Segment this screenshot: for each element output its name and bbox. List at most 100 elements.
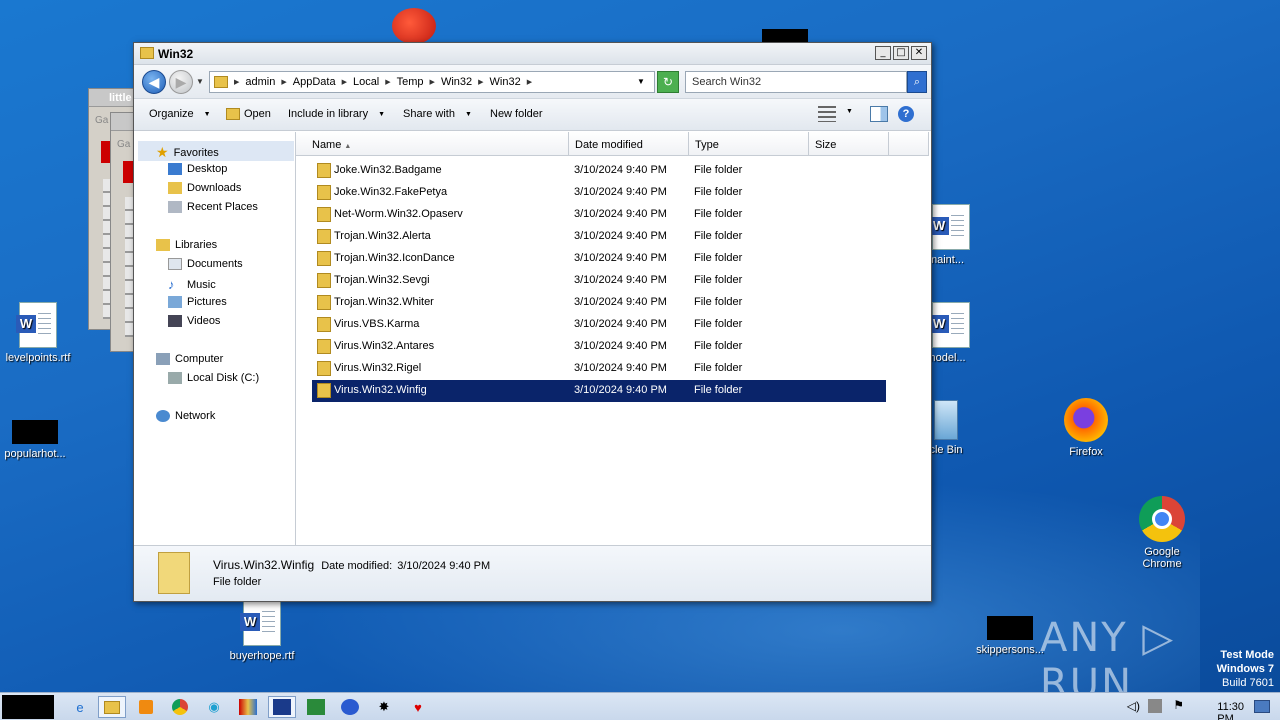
table-row[interactable]: Trojan.Win32.Whiter 3/10/2024 9:40 PM File… [312,292,886,314]
chrome-taskbar-icon[interactable] [166,696,194,718]
chevron-right-icon[interactable]: ▶ [478,78,483,86]
nav-item-local-disk[interactable]: Local Disk (C:) [168,372,259,384]
help-icon[interactable]: ? [898,106,914,122]
nav-item-favorites[interactable]: ★ Favorites [156,144,219,161]
file-name: Virus.Win32.Rigel [334,362,422,374]
desktop-icon-skippersons[interactable]: skippersons... [970,616,1050,656]
column-header-size[interactable]: Size [809,132,889,156]
chevron-right-icon[interactable]: ▶ [430,78,435,86]
table-row[interactable]: Net-Worm.Win32.Opaserv 3/10/2024 9:40 PM F… [312,204,886,226]
table-row[interactable]: Trojan.Win32.Alerta 3/10/2024 9:40 PM File… [312,226,886,248]
file-list[interactable]: Name ▲ Date modified Type Size Joke.Win3… [296,132,931,545]
breadcrumb-appdata[interactable]: AppData [293,76,336,88]
explorer-window[interactable]: Win32 _ □ ✕ ◀ ▶ ▼ ▶ admin ▶ AppData ▶ Local… [133,42,932,602]
share-with-button[interactable]: Share with ▼ [403,108,472,120]
test-mode-label: Test Mode [1220,649,1274,661]
search-icon[interactable]: ⌕ [907,71,927,93]
folder-icon [317,251,331,266]
start-button[interactable] [2,695,54,719]
app-taskbar-icon-2[interactable] [268,696,296,718]
ccleaner-icon[interactable] [392,8,436,44]
column-header-name[interactable]: Name ▲ [296,132,569,156]
show-desktop-icon[interactable] [1254,700,1270,713]
minesweeper-taskbar-icon[interactable]: ✸ [370,696,398,718]
view-options-icon[interactable] [818,106,836,122]
nav-item-recent-places[interactable]: Recent Places [168,201,258,213]
nav-item-desktop[interactable]: Desktop [168,163,227,175]
breadcrumb-admin[interactable]: admin [245,76,275,88]
forward-button[interactable]: ▶ [169,70,193,94]
close-button[interactable]: ✕ [911,46,927,60]
breadcrumb-win32-current[interactable]: Win32 [490,76,521,88]
view-dropdown[interactable]: ▼ [846,108,853,115]
folder-icon [317,163,331,178]
file-name: Joke.Win32.FakePetya [334,186,448,198]
desktop-icon-levelpoints[interactable]: levelpoints.rtf [0,302,78,364]
chevron-right-icon[interactable]: ▶ [234,78,239,86]
chevron-right-icon[interactable]: ▶ [342,78,347,86]
desktop-icon-chrome[interactable]: Google Chrome [1122,496,1202,570]
new-folder-button[interactable]: New folder [490,108,543,120]
preview-pane-icon[interactable] [870,106,888,122]
edge-icon[interactable]: ◉ [200,696,228,718]
breadcrumb-temp[interactable]: Temp [397,76,424,88]
breadcrumb-win32[interactable]: Win32 [441,76,472,88]
column-header-type[interactable]: Type [689,132,809,156]
table-row[interactable]: Joke.Win32.FakePetya 3/10/2024 9:40 PM Fil… [312,182,886,204]
file-date: 3/10/2024 9:40 PM [574,362,667,374]
explorer-taskbar-icon[interactable] [98,696,126,718]
nav-item-libraries[interactable]: Libraries [156,239,217,251]
file-type: File folder [694,186,743,198]
open-button[interactable]: Open [226,108,271,120]
clock[interactable]: 11:30 PM [1217,701,1244,720]
nav-item-documents[interactable]: Documents [168,258,243,270]
videos-icon [168,315,182,327]
speaker-icon[interactable]: ◁) [1127,699,1140,713]
folder-icon [317,383,331,398]
table-row[interactable]: Trojan.Win32.Sevgi 3/10/2024 9:40 PM File … [312,270,886,292]
refresh-icon[interactable]: ↻ [657,71,679,93]
internet-explorer-icon[interactable]: e [66,696,94,718]
table-row[interactable]: Virus.Win32.Winfig 3/10/2024 9:40 PM File … [312,380,886,402]
address-bar[interactable]: ▶ admin ▶ AppData ▶ Local ▶ Temp ▶ Win32 ▶ Win… [209,71,655,93]
address-row: ◀ ▶ ▼ ▶ admin ▶ AppData ▶ Local ▶ Temp ▶ Win3… [134,65,931,99]
back-button[interactable]: ◀ [142,70,166,94]
nav-item-videos[interactable]: Videos [168,315,220,327]
nav-item-music[interactable]: ♪ Music [168,277,216,292]
include-in-library-button[interactable]: Include in library ▼ [288,108,385,120]
file-type: File folder [694,384,743,396]
nav-item-pictures[interactable]: Pictures [168,296,227,308]
address-dropdown[interactable]: ▼ [637,77,645,86]
chevron-right-icon[interactable]: ▶ [281,78,286,86]
app-taskbar-icon-1[interactable] [234,696,262,718]
search-input[interactable]: Search Win32 [685,71,907,93]
table-row[interactable]: Joke.Win32.Badgame 3/10/2024 9:40 PM File … [312,160,886,182]
chevron-right-icon[interactable]: ▶ [385,78,390,86]
desktop-icon-buyerhope[interactable]: buyerhope.rtf [222,600,302,662]
table-row[interactable]: Virus.Win32.Antares 3/10/2024 9:40 PM File… [312,336,886,358]
column-header-date[interactable]: Date modified [569,132,689,156]
desktop-icon-popularhot[interactable]: popularhot... [0,420,75,460]
minimize-button[interactable]: _ [875,46,891,60]
nav-item-computer[interactable]: Computer [156,353,223,365]
recent-pages-dropdown[interactable]: ▼ [196,77,204,86]
nav-item-network[interactable]: Network [156,410,215,422]
nav-item-downloads[interactable]: Downloads [168,182,241,194]
title-bar[interactable]: Win32 _ □ ✕ [134,43,931,65]
documents-icon [168,258,182,270]
media-player-icon[interactable] [132,696,160,718]
app-taskbar-icon-4[interactable] [336,696,364,718]
network-tray-icon[interactable] [1148,699,1162,713]
organize-button[interactable]: Organize ▼ [149,108,211,120]
flag-icon[interactable]: ⚑ [1173,698,1184,712]
table-row[interactable]: Virus.Win32.Rigel 3/10/2024 9:40 PM File f… [312,358,886,380]
table-row[interactable]: Virus.VBS.Karma 3/10/2024 9:40 PM File fol… [312,314,886,336]
breadcrumb-local[interactable]: Local [353,76,379,88]
chevron-right-icon[interactable]: ▶ [527,78,532,86]
app-taskbar-icon-3[interactable] [302,696,330,718]
maximize-button[interactable]: □ [893,46,909,60]
table-row[interactable]: Trojan.Win32.IconDance 3/10/2024 9:40 PM F… [312,248,886,270]
nav-label: Videos [187,315,221,327]
heart-icon[interactable]: ♥ [404,696,432,718]
desktop-icon-firefox[interactable]: Firefox [1046,398,1126,458]
